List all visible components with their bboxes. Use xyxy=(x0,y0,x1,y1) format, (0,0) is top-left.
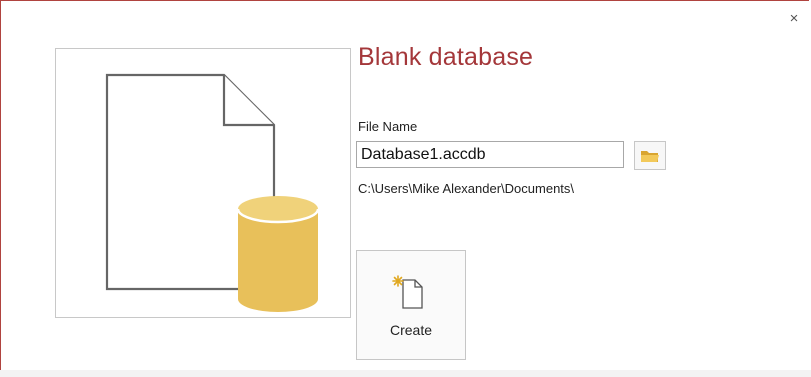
create-button[interactable]: Create xyxy=(356,250,466,360)
page-title: Blank database xyxy=(358,43,534,71)
folder-icon xyxy=(641,150,659,162)
file-name-label: File Name xyxy=(358,119,418,134)
file-name-input[interactable] xyxy=(356,141,624,168)
close-icon[interactable]: × xyxy=(790,10,799,27)
new-document-icon xyxy=(392,275,423,309)
template-preview xyxy=(55,48,351,318)
close-button[interactable]: × xyxy=(785,9,803,27)
blank-database-dialog: × Blank database File Name C:\Users\Mike… xyxy=(0,0,809,375)
save-location-path: C:\Users\Mike Alexander\Documents\ xyxy=(358,181,575,196)
create-button-label: Create xyxy=(389,322,433,338)
blank-document-database-icon xyxy=(105,73,320,312)
browse-folder-button[interactable] xyxy=(634,141,666,170)
dialog-bottom-edge xyxy=(0,370,811,377)
